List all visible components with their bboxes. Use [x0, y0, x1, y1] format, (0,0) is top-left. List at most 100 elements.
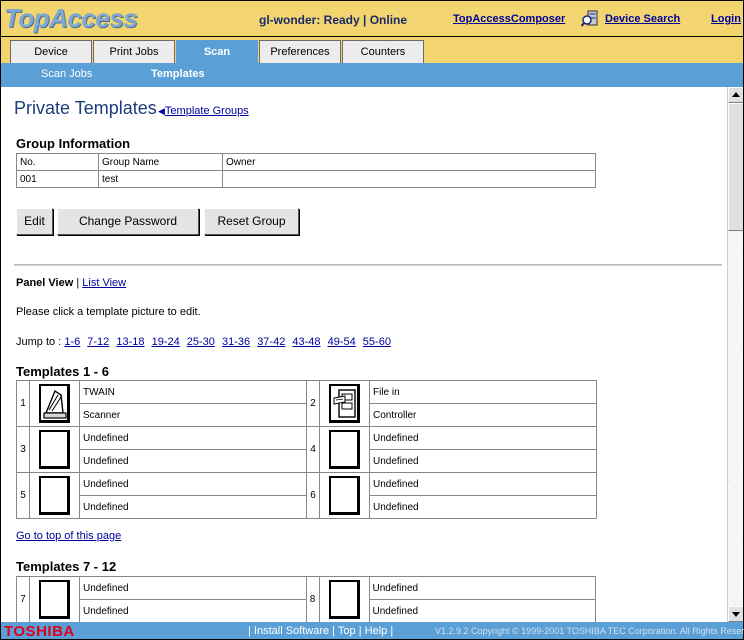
- template-picture-cell: [29, 380, 80, 427]
- template-name: Undefined: [79, 576, 307, 600]
- template-number: 2: [306, 380, 320, 427]
- vertical-scrollbar[interactable]: [727, 87, 743, 622]
- instruction-text: Please click a template picture to edit.: [16, 306, 201, 318]
- header-bar: TopAccess gl-wonder: Ready | Online TopA…: [0, 0, 744, 37]
- tab-device[interactable]: Device: [10, 40, 92, 63]
- template-name: Undefined: [79, 426, 307, 450]
- column-header-owner: Owner: [222, 153, 596, 171]
- template-name: File in: [369, 380, 597, 404]
- blank-template-icon[interactable]: [39, 476, 70, 515]
- template-picture-cell: [319, 426, 370, 473]
- template-groups-link[interactable]: Template Groups: [165, 105, 249, 117]
- cell-group-name: test: [98, 170, 223, 188]
- edit-button[interactable]: Edit: [16, 208, 53, 235]
- jump-link-31-36[interactable]: 31-36: [222, 336, 250, 348]
- template-picture-cell: [319, 380, 370, 427]
- subtab-templates[interactable]: Templates: [151, 68, 205, 80]
- template-type: Undefined: [369, 495, 597, 519]
- file-cabinet-icon[interactable]: [331, 386, 359, 422]
- device-status: gl-wonder: Ready | Online: [259, 13, 408, 27]
- column-header-no: No.: [16, 153, 99, 171]
- template-row: 7 Undefined 8 Undefined: [16, 576, 596, 622]
- template-type: Undefined: [368, 599, 596, 622]
- table-header-row: No. Group Name Owner: [16, 153, 596, 171]
- help-link[interactable]: Help: [365, 625, 388, 637]
- template-picture-cell: [29, 426, 80, 473]
- main-tabs: Device Print Jobs Scan Preferences Count…: [0, 37, 744, 63]
- scroll-up-button[interactable]: [728, 87, 743, 103]
- top-link[interactable]: Top: [338, 625, 356, 637]
- topaccess-composer-link[interactable]: TopAccessComposer: [453, 13, 565, 25]
- template-type: Undefined: [79, 599, 307, 622]
- template-name: Undefined: [79, 472, 307, 496]
- jump-link-49-54[interactable]: 49-54: [328, 336, 356, 348]
- reset-group-button[interactable]: Reset Group: [204, 208, 299, 235]
- sub-navigation: Scan Jobs Templates: [0, 63, 744, 87]
- panel-view-label: Panel View: [16, 277, 74, 289]
- blank-template-icon[interactable]: [39, 580, 70, 619]
- template-row: 3 Undefined 4 Undefined: [16, 426, 597, 473]
- blank-template-icon[interactable]: [329, 430, 360, 469]
- jump-link-43-48[interactable]: 43-48: [292, 336, 320, 348]
- tab-preferences[interactable]: Preferences: [259, 40, 341, 63]
- device-search-icon[interactable]: [581, 9, 601, 29]
- content-inner: Private Templates ◀Template Groups Group…: [1, 87, 727, 622]
- templates-grid: 1 TWAIN 2 File in Scanner Controller 3 U…: [16, 380, 597, 519]
- template-1-picture[interactable]: [39, 384, 70, 423]
- scroll-down-button[interactable]: [728, 606, 743, 622]
- template-type: Undefined: [79, 449, 307, 473]
- tab-scan[interactable]: Scan: [176, 40, 258, 63]
- template-number: 4: [306, 426, 320, 473]
- template-type: Undefined: [369, 449, 597, 473]
- blank-template-icon[interactable]: [328, 580, 360, 619]
- device-search-link[interactable]: Device Search: [605, 13, 680, 25]
- group-information-table: No. Group Name Owner 001 test: [16, 153, 596, 188]
- content-area: Private Templates ◀Template Groups Group…: [0, 87, 744, 622]
- tab-counters[interactable]: Counters: [342, 40, 424, 63]
- subtab-scan-jobs[interactable]: Scan Jobs: [41, 68, 92, 80]
- change-password-button[interactable]: Change Password: [57, 208, 199, 235]
- login-link[interactable]: Login: [711, 13, 741, 25]
- template-name: TWAIN: [79, 380, 307, 404]
- arrow-up-icon: [732, 92, 740, 97]
- jump-link-7-12[interactable]: 7-12: [87, 336, 109, 348]
- template-picture-cell: [29, 576, 80, 622]
- column-header-group-name: Group Name: [98, 153, 223, 171]
- tab-print-jobs[interactable]: Print Jobs: [93, 40, 175, 63]
- template-number: 6: [306, 472, 320, 519]
- footer-bar: TOSHIBA | Install Software | Top | Help …: [0, 622, 744, 640]
- jump-link-19-24[interactable]: 19-24: [152, 336, 180, 348]
- jump-to-nav: Jump to : 1-6 7-12 13-18 19-24 25-30 31-…: [16, 336, 395, 348]
- divider: [14, 264, 722, 266]
- template-picture-cell: [318, 576, 370, 622]
- template-groups-nav[interactable]: ◀Template Groups: [158, 105, 249, 117]
- templates-section-title: Templates 1 - 6: [16, 364, 109, 379]
- install-software-link[interactable]: Install Software: [254, 625, 329, 637]
- scanner-icon[interactable]: [41, 386, 69, 422]
- footer-links: | Install Software | Top | Help |: [248, 625, 394, 637]
- jump-link-25-30[interactable]: 25-30: [187, 336, 215, 348]
- go-to-top-link[interactable]: Go to top of this page: [16, 530, 121, 542]
- blank-template-icon[interactable]: [329, 476, 360, 515]
- jump-link-1-6[interactable]: 1-6: [64, 336, 80, 348]
- back-arrow-icon: ◀: [158, 106, 165, 116]
- template-picture-cell: [29, 472, 80, 519]
- blank-template-icon[interactable]: [39, 430, 70, 469]
- page-title: Private Templates: [14, 98, 157, 118]
- template-type: Undefined: [79, 495, 307, 519]
- template-number: 7: [16, 576, 30, 622]
- template-number: 3: [16, 426, 30, 473]
- template-picture-cell: [319, 472, 370, 519]
- scrollbar-thumb[interactable]: [728, 103, 743, 231]
- template-number: 8: [305, 576, 320, 622]
- template-row: 1 TWAIN 2 File in: [16, 380, 597, 427]
- copyright-text: V1.2.9.2 Copyright © 1999-2001 TOSHIBA T…: [435, 626, 744, 636]
- jump-link-37-42[interactable]: 37-42: [257, 336, 285, 348]
- template-2-picture[interactable]: [329, 384, 360, 423]
- list-view-link[interactable]: List View: [82, 277, 126, 289]
- jump-link-55-60[interactable]: 55-60: [363, 336, 391, 348]
- table-row: 001 test: [16, 170, 596, 188]
- jump-link-13-18[interactable]: 13-18: [116, 336, 144, 348]
- template-type: Scanner: [79, 403, 307, 427]
- template-row: 5 Undefined 6 Undefined: [16, 472, 597, 519]
